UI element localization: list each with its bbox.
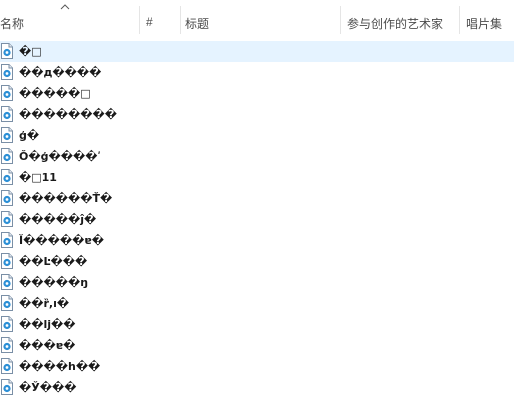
file-row[interactable]: �����ŋ: [0, 272, 514, 293]
audio-file-icon: [1, 274, 13, 290]
audio-file-icon: [1, 127, 13, 143]
file-row[interactable]: ��Ŀ���: [0, 251, 514, 272]
file-row[interactable]: �□: [0, 41, 514, 62]
file-name: Ŏ�ģ����ʹ: [19, 150, 101, 163]
audio-file-icon: [1, 169, 13, 185]
file-row[interactable]: ��ǉ��: [0, 314, 514, 335]
audio-file-icon: [1, 295, 13, 311]
file-name: �□: [19, 45, 42, 58]
file-row[interactable]: ��������: [0, 104, 514, 125]
file-row[interactable]: ������Ť�: [0, 188, 514, 209]
file-name: �����ŋ: [19, 276, 89, 289]
file-name: ��ǉ��: [19, 318, 76, 331]
file-row[interactable]: ��ȑ,ı�: [0, 293, 514, 314]
file-name: ������Ť�: [19, 192, 113, 205]
column-header-name-label: 名称: [0, 17, 25, 31]
audio-file-icon: [1, 337, 13, 353]
column-header-number[interactable]: #: [140, 0, 180, 40]
audio-file-icon: [1, 43, 13, 59]
audio-file-icon: [1, 148, 13, 164]
file-row[interactable]: ��д����: [0, 62, 514, 83]
audio-file-icon: [1, 316, 13, 332]
file-name: ģ�: [19, 129, 40, 142]
file-name: �□11: [19, 171, 57, 184]
column-header-album-label: 唱片集: [466, 17, 503, 31]
audio-file-icon: [1, 106, 13, 122]
file-name: �Ў���: [19, 381, 77, 394]
audio-file-icon: [1, 64, 13, 80]
file-row[interactable]: Ĭ�����ɐ�: [0, 230, 514, 251]
file-name: ��Ŀ���: [19, 255, 88, 268]
audio-file-icon: [1, 211, 13, 227]
column-header-name[interactable]: 名称: [0, 0, 139, 40]
audio-file-icon: [1, 358, 13, 374]
file-row[interactable]: �����□: [0, 83, 514, 104]
file-row[interactable]: ģ�: [0, 125, 514, 146]
column-header-artists-label: 参与创作的艺术家: [347, 17, 444, 31]
audio-file-icon: [1, 85, 13, 101]
file-row[interactable]: ���ɐ�: [0, 335, 514, 356]
file-name: ���ɐ�: [19, 339, 76, 352]
file-name: ����h��: [19, 360, 101, 373]
file-row[interactable]: ����h��: [0, 356, 514, 377]
file-row[interactable]: �□11: [0, 167, 514, 188]
file-name: ��д����: [19, 66, 102, 79]
column-header-title[interactable]: 标题: [181, 0, 340, 40]
file-list: �□ ��д���� �����□ �������� ģ� Ŏ�ģ����ʹ �□11 ���…: [0, 41, 514, 398]
audio-file-icon: [1, 253, 13, 269]
audio-file-icon: [1, 232, 13, 248]
column-header-artists[interactable]: 参与创作的艺术家: [341, 0, 459, 40]
file-row[interactable]: �����ĵ�: [0, 209, 514, 230]
file-name: Ĭ�����ɐ�: [19, 234, 104, 247]
file-row[interactable]: �Ў���: [0, 377, 514, 398]
file-name: �����□: [19, 87, 91, 100]
column-header-bar: 名称 # 标题 参与创作的艺术家 唱片集: [0, 0, 514, 40]
file-row[interactable]: Ŏ�ģ����ʹ: [0, 146, 514, 167]
column-header-title-label: 标题: [185, 17, 210, 31]
column-header-album[interactable]: 唱片集: [460, 0, 514, 40]
audio-file-icon: [1, 379, 13, 395]
file-name: ��ȑ,ı�: [19, 297, 70, 310]
column-header-number-label: #: [146, 15, 153, 29]
audio-file-icon: [1, 190, 13, 206]
file-name: �����ĵ�: [19, 213, 97, 226]
file-name: ��������: [19, 108, 117, 121]
